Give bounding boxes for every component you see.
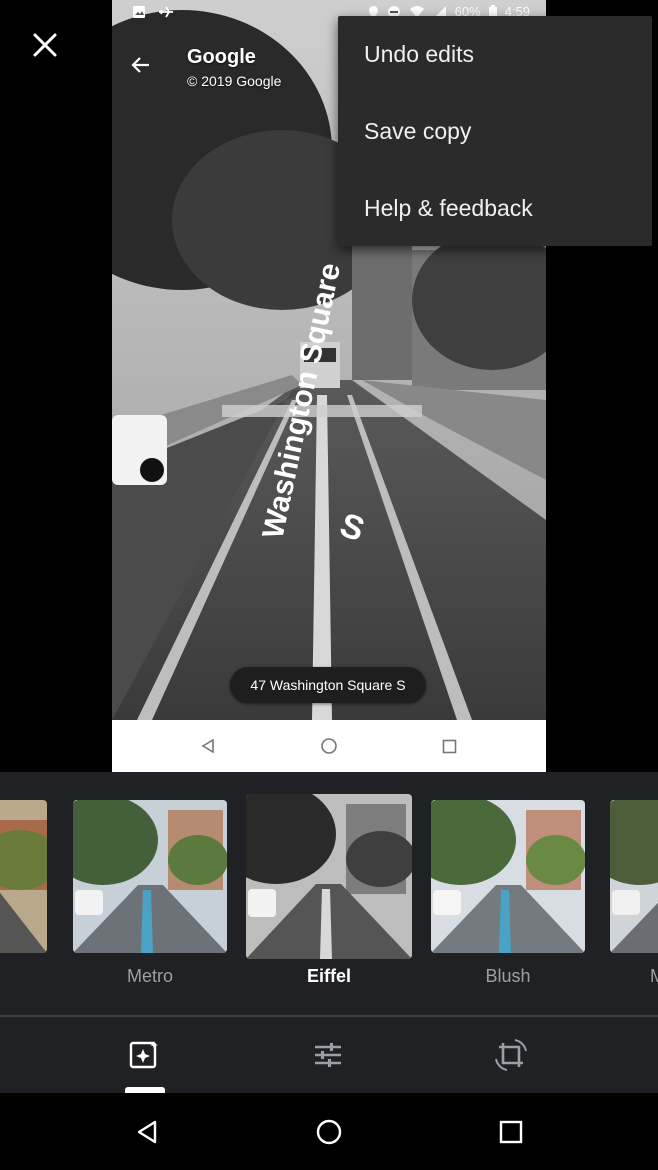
auto-enhance-icon (129, 1041, 158, 1069)
inner-home-nav (319, 736, 339, 756)
triangle-back-icon (201, 738, 214, 754)
overflow-menu: Undo edits Save copy Help & feedback (338, 16, 652, 246)
address-chip: 47 Washington Square S (230, 667, 426, 703)
filter-thumbnail (431, 800, 585, 953)
filter-thumbnail (246, 794, 412, 959)
close-icon (33, 33, 57, 57)
filter-label: Metro (126, 966, 173, 986)
inner-back-nav (198, 736, 218, 756)
menu-item-help-feedback[interactable]: Help & feedback (338, 170, 652, 247)
inner-copyright: © 2019 Google (187, 73, 282, 89)
filter-strip[interactable]: Metro Eiffel Blush M (0, 772, 658, 1016)
nav-recents-button[interactable] (496, 1117, 526, 1147)
nav-recents-icon (499, 1120, 523, 1144)
crop-rotate-icon (495, 1039, 527, 1071)
filter-label-selected: Eiffel (306, 966, 351, 986)
circle-home-icon (321, 738, 337, 754)
menu-item-undo-edits[interactable]: Undo edits (338, 16, 652, 93)
nav-home-icon (316, 1119, 342, 1145)
filter-thumbnail (0, 800, 47, 953)
square-recents-icon (442, 739, 456, 753)
tool-bar (0, 1017, 658, 1093)
inner-recents-nav (439, 736, 459, 756)
menu-item-save-copy[interactable]: Save copy (338, 93, 652, 170)
adjust-tool-button[interactable] (308, 1035, 348, 1075)
filter-thumbnail (610, 800, 658, 953)
system-nav-bar (0, 1093, 658, 1170)
editor-canvas: Washington Square S 60% 4:59 Google © 20… (0, 0, 658, 772)
arrow-back-icon (131, 57, 149, 73)
filter-thumbnail (73, 800, 227, 953)
inner-back-button (130, 54, 152, 81)
filter-label: Blush (485, 966, 531, 986)
nav-back-button[interactable] (132, 1117, 162, 1147)
nav-back-icon (137, 1120, 157, 1144)
auto-enhance-tool-button[interactable] (124, 1035, 164, 1075)
adjust-sliders-icon (315, 1043, 341, 1067)
image-icon (133, 6, 145, 18)
inner-nav-bar (112, 720, 546, 772)
crop-rotate-tool-button[interactable] (491, 1035, 531, 1075)
inner-title: Google (187, 46, 256, 68)
filter-label: M (650, 966, 658, 986)
nav-home-button[interactable] (314, 1117, 344, 1147)
airplane-icon (159, 6, 173, 18)
close-button[interactable] (22, 22, 68, 68)
